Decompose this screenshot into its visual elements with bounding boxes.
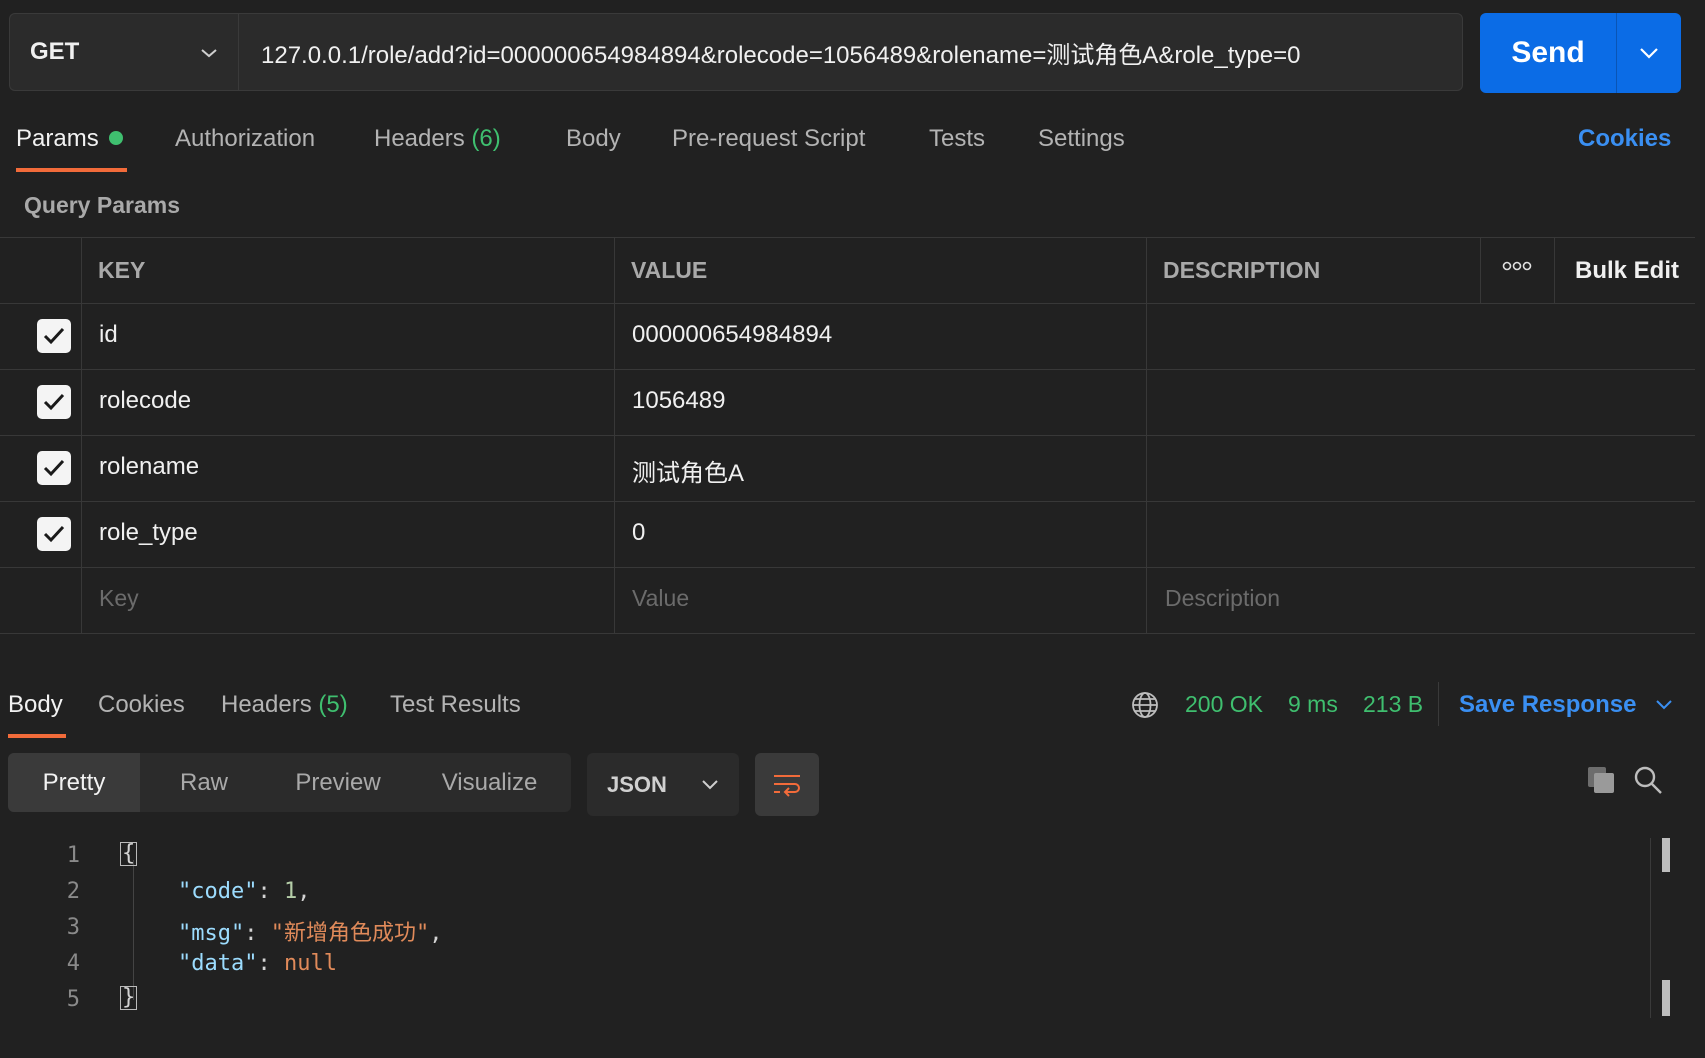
bulk-edit-button[interactable]: Bulk Edit xyxy=(1575,257,1679,285)
query-params-title: Query Params xyxy=(24,192,180,218)
response-tab-test-results[interactable]: Test Results xyxy=(390,691,521,719)
headers-count: (6) xyxy=(471,125,501,152)
param-value[interactable]: 0 xyxy=(632,519,645,547)
response-tab-body[interactable]: Body xyxy=(8,691,63,719)
send-label: Send xyxy=(1511,36,1585,69)
tab-params-underline xyxy=(16,168,127,172)
more-options-icon[interactable] xyxy=(1502,259,1532,278)
chevron-down-icon xyxy=(702,780,718,790)
param-key[interactable]: rolecode xyxy=(99,387,191,415)
tab-params[interactable]: Params xyxy=(16,125,123,153)
response-size[interactable]: 213 B xyxy=(1363,691,1423,718)
tab-settings[interactable]: Settings xyxy=(1038,125,1125,153)
send-options-chevron-icon[interactable] xyxy=(1617,47,1681,59)
view-mode-toggle: Pretty Raw Preview Visualize xyxy=(8,753,571,812)
scrollbar-marker[interactable] xyxy=(1662,980,1670,1016)
copy-icon[interactable] xyxy=(1586,765,1616,800)
tab-headers[interactable]: Headers (6) xyxy=(374,125,501,153)
wrap-lines-button[interactable] xyxy=(755,753,819,816)
tab-body[interactable]: Body xyxy=(566,125,621,153)
view-raw[interactable]: Raw xyxy=(140,753,268,812)
scrollbar-track[interactable] xyxy=(1650,838,1651,1018)
method-label: GET xyxy=(30,38,80,65)
chevron-down-icon xyxy=(200,38,218,66)
response-time[interactable]: 9 ms xyxy=(1288,691,1338,718)
new-description-input[interactable]: Description xyxy=(1165,585,1280,612)
column-key: KEY xyxy=(98,257,146,283)
param-key[interactable]: id xyxy=(99,321,118,349)
cookies-link[interactable]: Cookies xyxy=(1578,125,1671,153)
response-tab-headers[interactable]: Headers (5) xyxy=(221,691,348,719)
code-line: "msg": "新增角色成功", xyxy=(178,921,443,946)
scrollbar-marker[interactable] xyxy=(1662,838,1670,872)
row-checkbox-rolename[interactable] xyxy=(37,451,71,485)
tab-tests[interactable]: Tests xyxy=(929,125,985,153)
line-number: 3 xyxy=(66,915,80,940)
view-preview[interactable]: Preview xyxy=(268,753,408,812)
response-tab-cookies[interactable]: Cookies xyxy=(98,691,185,719)
code-line: "data": null xyxy=(178,951,337,976)
code-line: } xyxy=(120,985,138,1010)
param-value[interactable]: 000000654984894 xyxy=(632,321,832,349)
wrap-lines-icon xyxy=(774,774,800,797)
globe-icon[interactable] xyxy=(1130,690,1160,725)
method-select[interactable]: GET xyxy=(9,13,238,91)
column-value: VALUE xyxy=(631,257,708,283)
row-checkbox-role-type[interactable] xyxy=(37,517,71,551)
param-key[interactable]: role_type xyxy=(99,519,198,547)
send-button[interactable]: Send xyxy=(1480,13,1681,93)
save-response-button[interactable]: Save Response xyxy=(1459,691,1673,719)
format-select[interactable]: JSON xyxy=(587,753,739,816)
chevron-down-icon xyxy=(1656,700,1672,710)
search-icon[interactable] xyxy=(1633,765,1663,800)
tab-pre-request-script[interactable]: Pre-request Script xyxy=(672,125,865,153)
line-number: 1 xyxy=(66,843,80,868)
status-code[interactable]: 200 OK xyxy=(1185,691,1263,718)
params-table: KEY VALUE DESCRIPTION Bulk Edit id 00000… xyxy=(0,237,1695,635)
code-line: "code": 1, xyxy=(178,879,311,904)
format-label: JSON xyxy=(607,771,667,797)
view-visualize[interactable]: Visualize xyxy=(408,753,571,812)
code-line: { xyxy=(120,841,138,866)
response-tab-body-underline xyxy=(8,734,66,738)
tab-authorization[interactable]: Authorization xyxy=(175,125,315,153)
response-headers-count: (5) xyxy=(318,691,348,718)
view-pretty[interactable]: Pretty xyxy=(8,753,140,812)
url-input[interactable]: 127.0.0.1/role/add?id=000000654984894&ro… xyxy=(238,13,1463,91)
row-checkbox-id[interactable] xyxy=(37,319,71,353)
row-checkbox-rolecode[interactable] xyxy=(37,385,71,419)
line-number: 5 xyxy=(66,987,80,1012)
new-key-input[interactable]: Key xyxy=(99,585,139,612)
param-key[interactable]: rolename xyxy=(99,453,199,481)
param-value[interactable]: 1056489 xyxy=(632,387,725,415)
param-value[interactable]: 测试角色A xyxy=(632,453,744,488)
line-number: 4 xyxy=(66,951,80,976)
params-active-dot xyxy=(108,131,123,145)
new-value-input[interactable]: Value xyxy=(632,585,689,612)
column-description: DESCRIPTION xyxy=(1163,257,1321,283)
line-number: 2 xyxy=(66,879,80,904)
